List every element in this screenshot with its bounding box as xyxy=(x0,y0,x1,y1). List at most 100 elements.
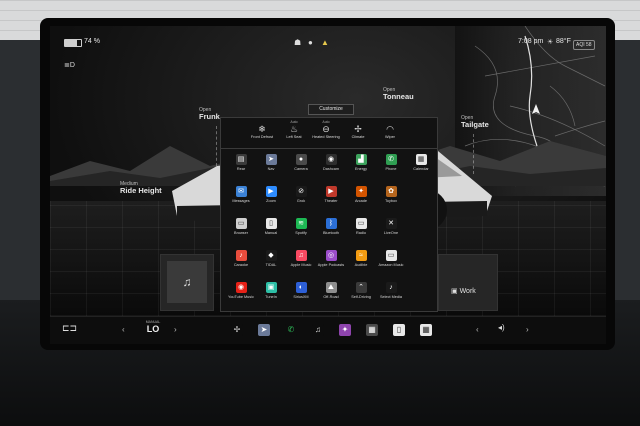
app-phone[interactable]: ✆ Phone xyxy=(374,154,408,171)
quick-control-wiper[interactable]: ◠ Wiper xyxy=(375,120,405,139)
app-label: Toybox xyxy=(384,199,398,203)
headlights-icon[interactable]: ≣D xyxy=(64,61,75,69)
apple-podcasts-icon: ◎ xyxy=(325,250,337,261)
calendar-icon: ▦ xyxy=(415,154,427,165)
app-label: Amazon Music xyxy=(378,263,404,267)
dock-phone-icon[interactable]: ✆ xyxy=(285,324,297,336)
quick-control-label: Left Seat xyxy=(286,135,302,139)
app-radio[interactable]: ▭ Radio xyxy=(344,218,378,235)
audible-icon: ≈ xyxy=(355,250,367,261)
outside-temperature: 88°F xyxy=(556,38,571,45)
quick-control-heated-steering[interactable]: Auto ⊖ Heated Steering xyxy=(311,120,341,139)
media-player-card[interactable]: ♫ xyxy=(160,254,214,311)
temp-down-chevron-icon[interactable]: ‹ xyxy=(122,325,125,334)
app-zoom[interactable]: ▶ Zoom xyxy=(254,186,288,203)
rear-seat-icon: ▤ xyxy=(235,154,247,165)
quick-control-climate[interactable]: ✢ Climate xyxy=(343,120,373,139)
quick-control-left-seat[interactable]: Auto ♨ Left Seat xyxy=(279,120,309,139)
tonneau-callout[interactable]: Open Tonneau xyxy=(383,87,414,102)
app-label: LiveOne xyxy=(383,231,399,235)
app-browser[interactable]: ▭ Browser xyxy=(224,218,258,235)
app-manual[interactable]: ▯ Manual xyxy=(254,218,288,235)
off-road-icon: ⛰ xyxy=(325,282,337,293)
frunk-callout[interactable]: Open Frunk xyxy=(199,107,220,122)
app-spotify[interactable]: ≋ Spotify xyxy=(284,218,318,235)
app-siriusxm[interactable]: ◐ SiriusXM xyxy=(284,282,318,299)
app-audible[interactable]: ≈ Audible xyxy=(344,250,378,267)
app-apple-podcasts[interactable]: ◎ Apple Podcasts xyxy=(314,250,348,267)
dock-navigation-icon[interactable]: ➤ xyxy=(258,324,270,336)
ride-height-label: Ride Height xyxy=(120,186,162,196)
profile-icon[interactable]: ● xyxy=(308,38,313,47)
tonneau-label: Tonneau xyxy=(383,92,414,102)
app-rear[interactable]: ▤ Rear xyxy=(224,154,258,171)
tailgate-leader-line xyxy=(473,134,474,174)
dock-app-launcher-icon[interactable]: ▦ xyxy=(366,324,378,336)
temp-up-chevron-icon[interactable]: › xyxy=(174,325,177,334)
dock-calendar-icon[interactable]: ▦ xyxy=(420,324,432,336)
notification-icon[interactable]: ▲ xyxy=(321,38,329,47)
app-nav[interactable]: ➤ Nav xyxy=(254,154,288,171)
quick-control-front-defrost[interactable]: ❄ Front Defrost xyxy=(247,120,277,139)
app-energy[interactable]: ▟ Energy xyxy=(344,154,378,171)
app-camera[interactable]: ● Camera xyxy=(284,154,318,171)
tailgate-callout[interactable]: Open Tailgate xyxy=(461,115,489,129)
car-icon[interactable]: ⊏⊐ xyxy=(62,323,77,337)
app-messages[interactable]: ✉ Messages xyxy=(224,186,258,203)
liveone-icon: ✕ xyxy=(385,218,397,229)
app-theater[interactable]: ▶ Theater xyxy=(314,186,348,203)
dock-fan-icon[interactable]: ✢ xyxy=(231,324,243,336)
app-label: Manual xyxy=(264,231,278,235)
app-label: TIDAL xyxy=(265,263,277,267)
app-caraoke[interactable]: ♪ Caraoke xyxy=(224,250,258,267)
app-tunein[interactable]: ▣ TuneIn xyxy=(254,282,288,299)
app-dashcam[interactable]: ◉ Dashcam xyxy=(314,154,348,171)
app-label: Messages xyxy=(232,199,250,203)
app-launcher-panel: ❄ Front Defrost Auto ♨ Left Seat Auto ⊖ Heated … xyxy=(220,117,438,312)
quick-control-label: Wiper xyxy=(385,135,395,139)
aqi-value: 58 xyxy=(586,42,592,48)
app-label: Bluetooth xyxy=(322,231,340,235)
app-label: Calendar xyxy=(413,167,429,171)
phone-icon: ✆ xyxy=(385,154,397,165)
app-youtube-music[interactable]: ◉ YouTube Music xyxy=(224,282,258,299)
frunk-label: Frunk xyxy=(199,112,220,122)
sentry-icon[interactable]: ☗ xyxy=(294,38,301,47)
dock-music-icon[interactable]: ♫ xyxy=(312,324,324,336)
cabin-temp-value: LO xyxy=(146,324,160,334)
app-amazon-music[interactable]: ▭ Amazon Music xyxy=(374,250,408,267)
app-off-road[interactable]: ⛰ Off-Road xyxy=(314,282,348,299)
app-label: Arcade xyxy=(354,199,368,203)
taskbar: ⊏⊐ ‹ MANUAL LO › ✢ ➤ ✆ ♫ ✦ ▦ ▯ ▦ ‹ ◂) › xyxy=(50,316,606,344)
app-bluetooth[interactable]: ᛒ Bluetooth xyxy=(314,218,348,235)
app-arcade[interactable]: ✦ Arcade xyxy=(344,186,378,203)
customize-button[interactable]: Customize xyxy=(308,104,354,115)
app-grok[interactable]: ⊘ Grok xyxy=(284,186,318,203)
dock-arcade-icon[interactable]: ✦ xyxy=(339,324,351,336)
cabin-temp-control[interactable]: MANUAL LO xyxy=(142,320,164,334)
dashcam-icon: ◉ xyxy=(325,154,337,165)
app-select-media[interactable]: ♪ Select Media xyxy=(374,282,408,299)
tidal-icon: ◆ xyxy=(265,250,277,261)
app-liveone[interactable]: ✕ LiveOne xyxy=(374,218,408,235)
app-label: Select Media xyxy=(380,295,402,299)
touchscreen: ⚡ 74 % ☗ ● ▲ ≣D 7:08 pm ☀ 88°F AQI 58 Op… xyxy=(50,26,606,344)
frunk-leader-line xyxy=(216,126,217,166)
zoom-icon: ▶ xyxy=(265,186,277,197)
ride-height-callout[interactable]: Medium Ride Height xyxy=(120,181,162,196)
briefcase-icon: ▣ xyxy=(451,288,458,295)
app-toybox[interactable]: ✿ Toybox xyxy=(374,186,408,203)
app-tidal[interactable]: ◆ TIDAL xyxy=(254,250,288,267)
volume-icon[interactable]: ◂) xyxy=(498,323,505,337)
app-calendar[interactable]: ▦ Calendar xyxy=(404,154,438,171)
home-link-card[interactable]: ▣ Work xyxy=(438,254,498,311)
battery-fill xyxy=(65,40,77,46)
app-apple-music[interactable]: ♫ Apple Music xyxy=(284,250,318,267)
app-label: Off-Road xyxy=(323,295,339,299)
volume-up-chevron-icon[interactable]: › xyxy=(526,325,529,334)
volume-down-chevron-icon[interactable]: ‹ xyxy=(476,325,479,334)
dock-manual-icon[interactable]: ▯ xyxy=(393,324,405,336)
app-self-driving[interactable]: ⌃ Self-Driving xyxy=(344,282,378,299)
work-shortcut[interactable]: ▣ Work xyxy=(451,287,476,295)
app-label: Grok xyxy=(296,199,306,203)
